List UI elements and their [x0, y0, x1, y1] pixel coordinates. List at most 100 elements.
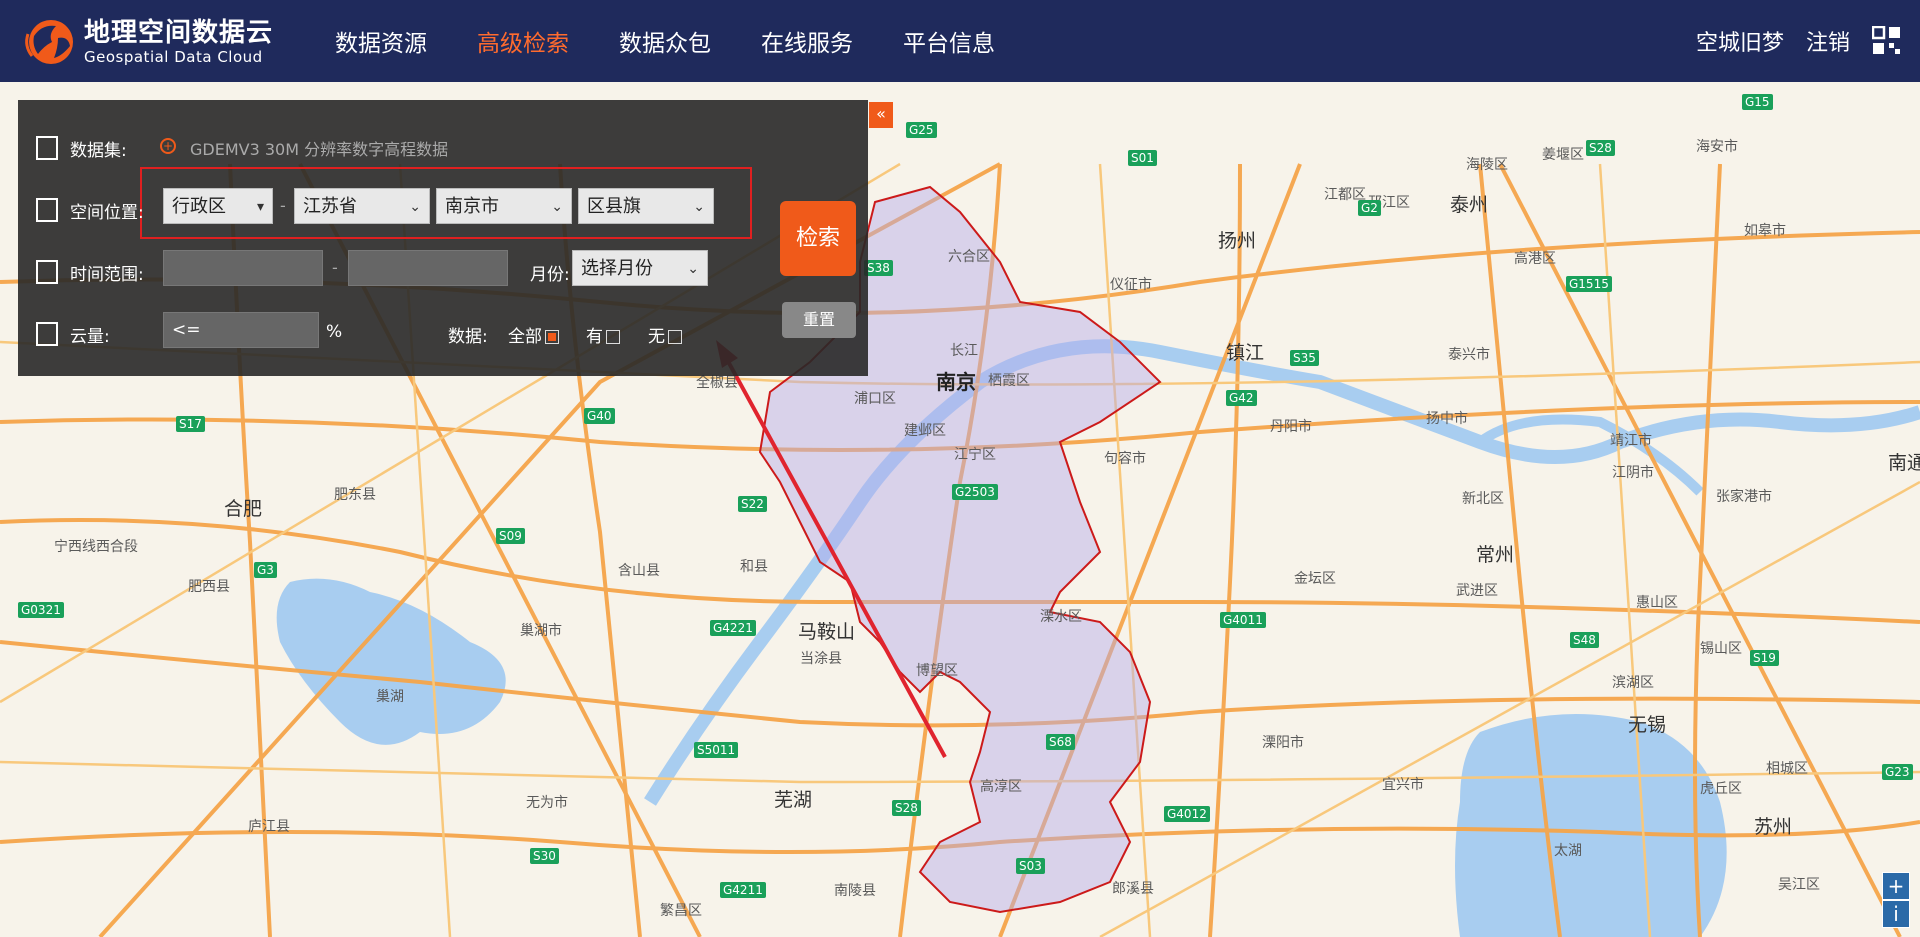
district-label: 六合区	[948, 249, 990, 265]
road-shield: G4221	[710, 620, 756, 636]
city-label: 常州	[1476, 544, 1515, 566]
site-logo[interactable]: 地理空间数据云 Geospatial Data Cloud	[22, 16, 273, 68]
location-separator: -	[280, 196, 286, 215]
road-shield: S38	[864, 260, 893, 276]
road-shield: S22	[738, 496, 767, 512]
chevron-down-icon: ▾	[256, 199, 264, 215]
chevron-down-icon: ⌄	[687, 261, 699, 277]
month-value: 选择月份	[581, 258, 653, 279]
checkbox-checked-icon[interactable]	[545, 330, 559, 344]
location-type-select[interactable]: 行政区 ▾	[163, 188, 273, 224]
dataset-value[interactable]: GDEMV3 30M 分辨率数字高程数据	[190, 136, 448, 160]
data-option-none-label: 无	[648, 327, 665, 347]
city-label: 扬州	[1218, 230, 1257, 252]
county-select[interactable]: 区县旗 ⌄	[578, 188, 714, 224]
district-label: 滨湖区	[1612, 675, 1654, 691]
province-value: 江苏省	[303, 196, 357, 217]
checkbox-icon[interactable]	[606, 330, 620, 344]
main-nav: 数据资源 高级检索 数据众包 在线服务 平台信息	[335, 0, 1045, 82]
data-option-has[interactable]: 有	[586, 322, 620, 347]
chevron-down-icon: ⌄	[551, 199, 563, 215]
reset-button[interactable]: 重置	[782, 302, 856, 338]
district-label: 海陵区	[1466, 157, 1508, 173]
data-filter-label: 数据:	[448, 327, 488, 347]
city-label: 南京	[936, 370, 976, 394]
city-select[interactable]: 南京市 ⌄	[436, 188, 572, 224]
nav-data-resources[interactable]: 数据资源	[335, 24, 427, 58]
district-label: 溧水区	[1040, 609, 1082, 625]
district-label: 长江	[950, 343, 978, 359]
province-select[interactable]: 江苏省 ⌄	[294, 188, 430, 224]
logo-subtitle: Geospatial Data Cloud	[84, 48, 263, 66]
city-label: 无锡	[1628, 714, 1667, 736]
district-label: 泰兴市	[1448, 347, 1490, 363]
end-date-input[interactable]	[348, 250, 508, 286]
district-label: 宜兴市	[1382, 777, 1424, 793]
info-button[interactable]: i	[1882, 900, 1910, 928]
district-label: 江阴市	[1612, 465, 1654, 481]
add-dataset-icon[interactable]: +	[160, 138, 176, 154]
district-label: 仪征市	[1110, 277, 1152, 293]
top-header: 地理空间数据云 Geospatial Data Cloud 数据资源 高级检索 …	[0, 0, 1920, 82]
collapse-panel-button[interactable]: «	[869, 102, 893, 128]
user-area: 空城旧梦 注销	[1696, 0, 1920, 82]
user-name-link[interactable]: 空城旧梦	[1696, 25, 1784, 57]
road-shield: G3	[254, 562, 277, 578]
district-label: 南通	[1888, 452, 1920, 474]
road-shield: S09	[496, 528, 525, 544]
road-shield: S03	[1016, 858, 1045, 874]
road-shield: S35	[1290, 350, 1319, 366]
road-shield: G25	[906, 122, 937, 138]
district-label: 当涂县	[800, 651, 842, 667]
nav-online-services[interactable]: 在线服务	[761, 24, 853, 58]
road-shield: S30	[530, 848, 559, 864]
chevron-down-icon: ⌄	[409, 199, 421, 215]
road-shield: G23	[1882, 764, 1913, 780]
nav-advanced-search[interactable]: 高级检索	[477, 24, 569, 58]
checkbox-icon[interactable]	[668, 330, 682, 344]
district-label: 郎溪县	[1112, 881, 1154, 897]
district-label: 张家港市	[1716, 489, 1772, 505]
city-label: 苏州	[1754, 816, 1793, 838]
district-label: 虎丘区	[1700, 781, 1742, 797]
city-label: 镇江	[1226, 342, 1265, 364]
dataset-label: 数据集:	[70, 141, 127, 161]
road-shield: S68	[1046, 734, 1075, 750]
district-label: 丹阳市	[1270, 419, 1312, 435]
data-option-none[interactable]: 无	[648, 322, 682, 347]
apps-grid-icon[interactable]	[1871, 25, 1902, 56]
road-shield: G2503	[952, 484, 998, 500]
district-label: 肥东县	[334, 487, 376, 503]
logout-link[interactable]: 注销	[1806, 25, 1850, 57]
district-label: 句容市	[1104, 451, 1146, 467]
cloud-input[interactable]: <=	[163, 312, 319, 348]
month-select[interactable]: 选择月份 ⌄	[572, 250, 708, 286]
district-label: 繁昌区	[660, 903, 702, 919]
road-shield: S01	[1128, 150, 1157, 166]
logo-title: 地理空间数据云	[84, 18, 274, 48]
road-shield: G4211	[720, 882, 766, 898]
road-shield: G4012	[1164, 806, 1210, 822]
district-label: 无为市	[526, 795, 568, 811]
data-option-has-label: 有	[586, 327, 603, 347]
district-label: 姜堰区	[1542, 147, 1584, 163]
globe-logo-icon	[22, 16, 80, 68]
search-button[interactable]: 检索	[780, 201, 856, 276]
road-shield: S28	[1586, 140, 1615, 156]
city-label: 泰州	[1450, 194, 1489, 216]
road-shield: S28	[892, 800, 921, 816]
nav-crowdsourcing[interactable]: 数据众包	[619, 24, 711, 58]
data-option-all[interactable]: 全部	[508, 322, 559, 347]
district-label: 海安市	[1696, 139, 1738, 155]
zoom-in-button[interactable]: +	[1882, 872, 1910, 900]
road-shield: G2	[1358, 200, 1381, 216]
district-label: 博望区	[916, 663, 958, 679]
cloud-icon	[36, 322, 58, 346]
start-date-input[interactable]	[163, 250, 323, 286]
district-label: 肥西县	[188, 579, 230, 595]
district-label: 如皋市	[1744, 223, 1786, 239]
district-label: 太湖	[1554, 843, 1582, 859]
road-shield: G40	[584, 408, 615, 424]
district-label: 南陵县	[834, 883, 876, 899]
nav-platform-info[interactable]: 平台信息	[903, 24, 995, 58]
